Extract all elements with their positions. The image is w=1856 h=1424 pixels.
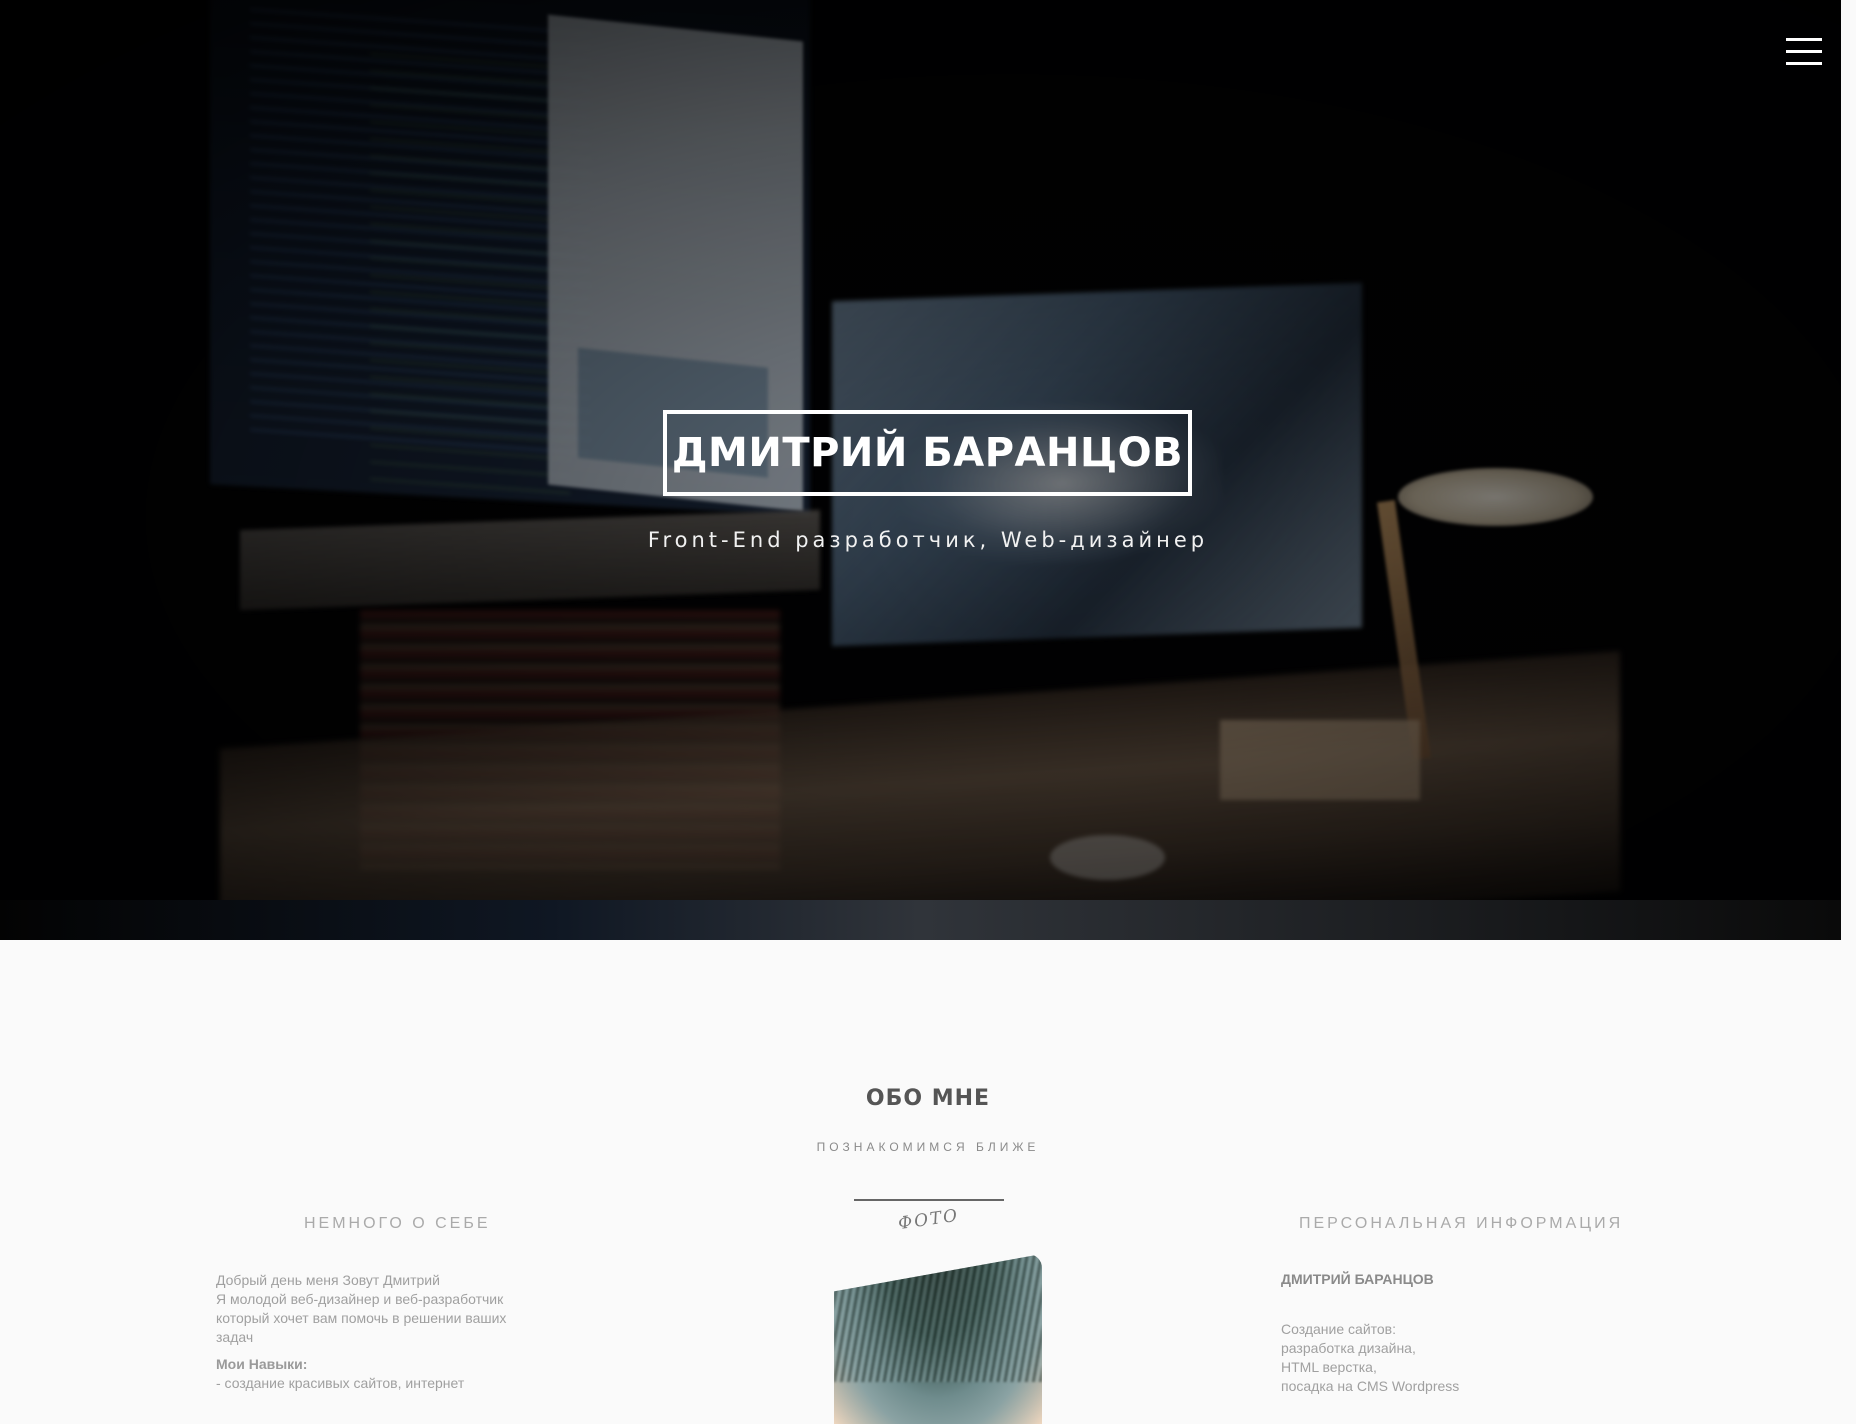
about-title: ОБО МНЕ [865,1086,991,1111]
hero-title-box: ДМИТРИЙ БАРАНЦОВ [663,410,1192,496]
about-self-line: Я молодой веб-дизайнер и веб-разработчик [216,1291,504,1307]
service-item: HTML верстка, [1281,1359,1377,1375]
hero-subtitle: Front-End разработчик, Web-дизайнер [647,528,1209,552]
personal-info-heading: ПЕРСОНАЛЬНАЯ ИНФОРМАЦИЯ [1299,1215,1624,1232]
hero-section: ДМИТРИЙ БАРАНЦОВ Front-End разработчик, … [0,0,1841,940]
about-self-line: который хочет вам помочь в решении ваших [216,1310,507,1326]
personal-name: ДМИТРИЙ БАРАНЦОВ [1281,1271,1434,1287]
about-self-heading: НЕМНОГО О СЕБЕ [304,1215,491,1232]
about-subtitle: ПОЗНАКОМИМСЯ БЛИЖЕ [816,1140,1040,1154]
skills-label: Мои Навыки: [216,1356,308,1372]
profile-photo [834,1254,1042,1424]
personal-services: Создание сайтов: разработка дизайна, HTM… [1281,1320,1601,1396]
photo-caption: ФОТО [896,1205,961,1235]
skills-item: - создание красивых сайтов, интернет [216,1375,465,1391]
service-item: разработка дизайна, [1281,1340,1416,1356]
about-self-text: Добрый день меня Зовут Дмитрий Я молодой… [216,1271,576,1393]
about-self-line: задач [216,1329,254,1345]
hero-title: ДМИТРИЙ БАРАНЦОВ [671,430,1184,476]
about-self-line: Добрый день меня Зовут Дмитрий [216,1272,440,1288]
section-divider [854,1199,1004,1201]
service-item: Создание сайтов: [1281,1321,1397,1337]
service-item: посадка на CMS Wordpress [1281,1378,1460,1394]
hamburger-menu-icon[interactable] [1786,38,1822,66]
